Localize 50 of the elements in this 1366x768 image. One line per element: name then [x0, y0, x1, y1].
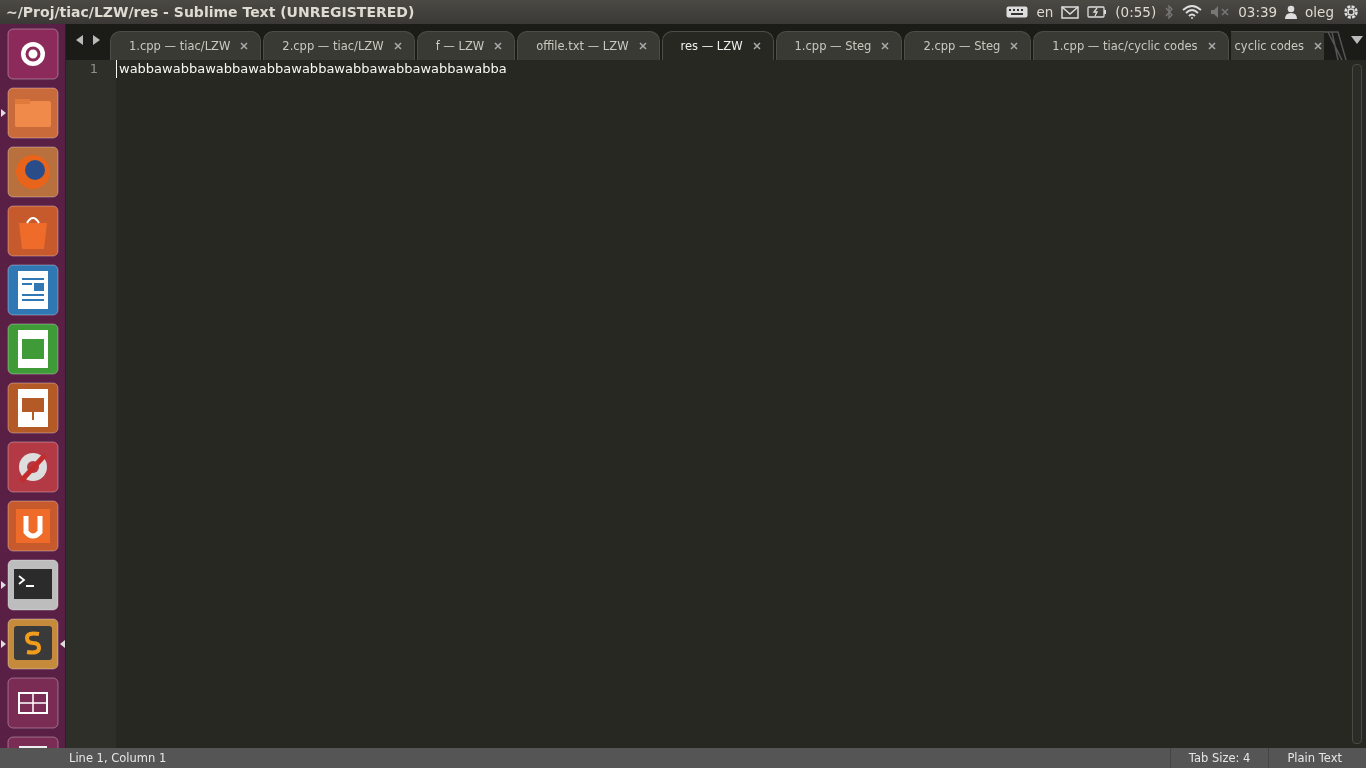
close-icon[interactable]: [1010, 42, 1019, 50]
wifi-icon[interactable]: [1182, 5, 1203, 19]
line-number: 1: [89, 60, 98, 78]
shopping-bag-icon[interactable]: [6, 205, 59, 257]
close-icon[interactable]: [393, 42, 402, 50]
editor-tab[interactable]: 1.cpp — Steg: [775, 31, 903, 60]
folder-icon[interactable]: [6, 87, 59, 139]
bluetooth-icon[interactable]: [1164, 4, 1175, 20]
app-icon[interactable]: [6, 500, 59, 552]
editor-tab[interactable]: 2.cpp — tiac/LZW: [263, 31, 415, 60]
close-icon[interactable]: [881, 42, 890, 50]
close-icon[interactable]: [1314, 42, 1323, 50]
document-icon[interactable]: [6, 264, 59, 316]
keyboard-icon[interactable]: [1006, 6, 1029, 18]
editor-tab[interactable]: f — LZW: [416, 31, 516, 60]
clock[interactable]: 03:39: [1238, 4, 1278, 20]
close-icon[interactable]: [752, 42, 761, 50]
mail-icon[interactable]: [1061, 5, 1080, 19]
user-icon[interactable]: [1285, 5, 1298, 19]
code-line[interactable]: wabbawabbawabbawabbawabbawabbawabbawabbawabba: [119, 60, 1352, 78]
dropdown-caret-icon[interactable]: [1351, 35, 1363, 45]
keyboard-layout[interactable]: en: [1036, 4, 1054, 20]
editor-tab[interactable]: 1.cpp — tiac/LZW: [110, 31, 262, 60]
editor-tab[interactable]: offile.txt — LZW: [517, 31, 660, 60]
editor-tab[interactable]: res — LZW: [661, 31, 774, 60]
spreadsheet-icon[interactable]: [6, 323, 59, 375]
editor-tab[interactable]: 2.cpp — Steg: [904, 31, 1032, 60]
battery-icon[interactable]: [1087, 6, 1108, 18]
workspaces-icon[interactable]: [6, 677, 59, 729]
tab-size-selector[interactable]: Tab Size: 4: [1169, 748, 1269, 768]
cursor-position: Line 1, Column 1: [69, 751, 168, 765]
close-icon[interactable]: [638, 42, 647, 50]
tab-stack-drawing: [1324, 30, 1348, 60]
battery-time[interactable]: (0:55): [1115, 4, 1157, 20]
window-title: ~/Proj/tiac/LZW/res - Sublime Text (UNREGISTERED): [6, 4, 415, 20]
syntax-selector[interactable]: Plain Text: [1268, 748, 1366, 768]
tab-scroll-left-icon[interactable]: [75, 35, 85, 45]
muted-speaker-icon[interactable]: [1210, 5, 1231, 19]
close-icon[interactable]: [240, 42, 249, 50]
settings-icon[interactable]: [1342, 3, 1360, 21]
editor-icon[interactable]: [6, 618, 59, 670]
close-icon[interactable]: [494, 42, 503, 50]
tab-scroll-right-icon[interactable]: [91, 35, 101, 45]
scrollbar[interactable]: [1352, 64, 1362, 744]
user-name[interactable]: oleg: [1305, 4, 1334, 20]
presentation-icon[interactable]: [6, 382, 59, 434]
editor-tab[interactable]: cyclic codes: [1230, 31, 1324, 60]
editor-tab[interactable]: 1.cpp — tiac/cyclic codes: [1033, 31, 1229, 60]
close-icon[interactable]: [1207, 42, 1216, 50]
terminal-icon[interactable]: [6, 559, 59, 611]
